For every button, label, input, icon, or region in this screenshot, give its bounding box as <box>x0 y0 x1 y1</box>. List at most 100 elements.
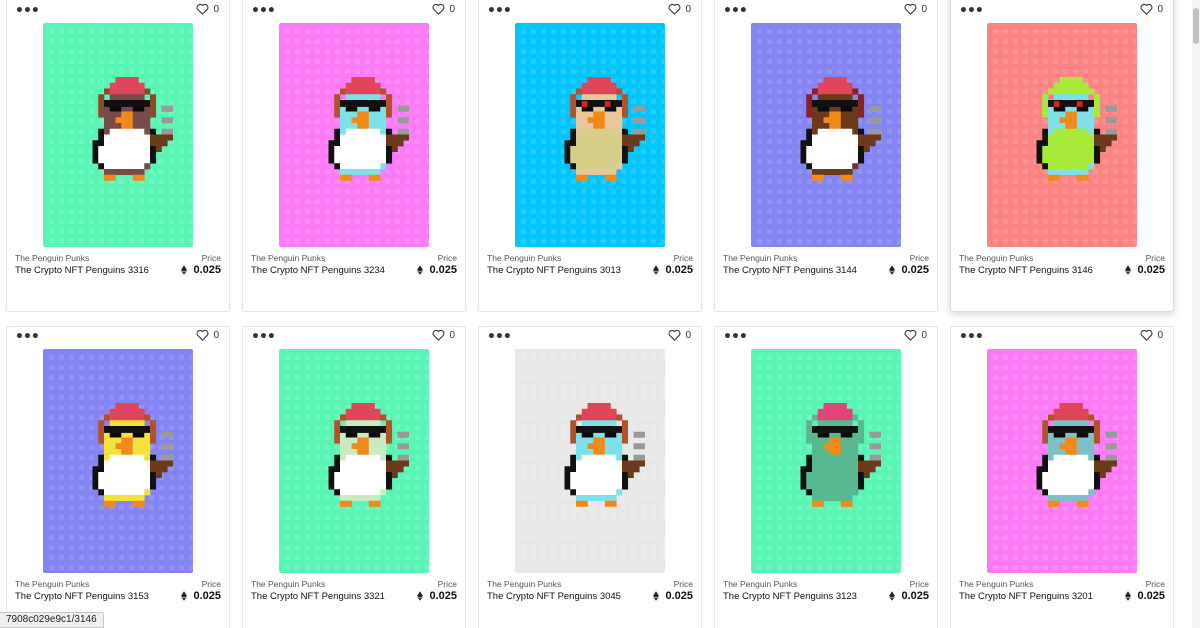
price-value: 0.025 <box>653 264 693 276</box>
nft-title[interactable]: The Crypto NFT Penguins 3123 <box>723 591 857 602</box>
card-toolbar: ••• 0 <box>7 327 229 349</box>
like-button[interactable]: 0 <box>668 329 691 341</box>
more-options-icon[interactable]: ••• <box>723 4 748 18</box>
like-button[interactable]: 0 <box>196 3 219 15</box>
price-amount: 0.025 <box>665 590 693 602</box>
price-amount: 0.025 <box>1137 264 1165 276</box>
price-amount: 0.025 <box>193 264 221 276</box>
like-button[interactable]: 0 <box>432 3 455 15</box>
more-options-icon[interactable]: ••• <box>251 330 276 344</box>
like-count: 0 <box>921 329 927 341</box>
more-options-icon[interactable]: ••• <box>487 4 512 18</box>
nft-card[interactable]: ••• 0 The Penguin Punks The Crypto NFT P… <box>478 0 702 312</box>
collection-name: The Penguin Punks <box>251 253 326 263</box>
card-toolbar: ••• 0 <box>7 1 229 23</box>
card-toolbar: ••• 0 <box>243 1 465 23</box>
like-button[interactable]: 0 <box>196 329 219 341</box>
like-button[interactable]: 0 <box>904 3 927 15</box>
vertical-scrollbar[interactable] <box>1192 0 1200 628</box>
like-button[interactable]: 0 <box>1140 329 1163 341</box>
ethereum-icon <box>653 265 660 275</box>
collection-name: The Penguin Punks <box>723 253 798 263</box>
ethereum-icon <box>889 591 896 601</box>
nft-card[interactable]: ••• 0 The Penguin Punks The Crypto NFT P… <box>242 326 466 628</box>
nft-title[interactable]: The Crypto NFT Penguins 3201 <box>959 591 1093 602</box>
nft-card[interactable]: ••• 0 The Penguin Punks The Crypto NFT P… <box>6 0 230 312</box>
price-amount: 0.025 <box>193 590 221 602</box>
more-options-icon[interactable]: ••• <box>15 4 40 18</box>
nft-artwork[interactable] <box>279 23 429 247</box>
nft-card[interactable]: ••• 0 The Penguin Punks The Crypto NFT P… <box>950 326 1174 628</box>
nft-title[interactable]: The Crypto NFT Penguins 3045 <box>487 591 621 602</box>
penguin-artwork <box>328 77 409 181</box>
more-options-icon[interactable]: ••• <box>251 4 276 18</box>
card-toolbar: ••• 0 <box>951 327 1173 349</box>
nft-title[interactable]: The Crypto NFT Penguins 3013 <box>487 265 621 276</box>
penguin-artwork <box>1036 77 1117 181</box>
penguin-artwork <box>800 403 881 507</box>
more-options-icon[interactable]: ••• <box>959 4 984 18</box>
nft-artwork[interactable] <box>43 349 193 573</box>
price-value: 0.025 <box>417 590 457 602</box>
nft-card[interactable]: ••• 0 The Penguin Punks The Crypto NFT P… <box>950 0 1174 312</box>
collection-name: The Penguin Punks <box>15 579 90 589</box>
like-button[interactable]: 0 <box>904 329 927 341</box>
nft-card[interactable]: ••• 0 The Penguin Punks The Crypto NFT P… <box>242 0 466 312</box>
nft-title[interactable]: The Crypto NFT Penguins 3153 <box>15 591 149 602</box>
price-label: Price <box>1145 253 1165 263</box>
link-status-bar: 7908c029e9c1/3146 <box>0 612 104 628</box>
nft-artwork[interactable] <box>43 23 193 247</box>
price-amount: 0.025 <box>429 590 457 602</box>
like-button[interactable]: 0 <box>432 329 455 341</box>
nft-artwork[interactable] <box>987 23 1137 247</box>
nft-title[interactable]: The Crypto NFT Penguins 3234 <box>251 265 385 276</box>
nft-artwork[interactable] <box>515 23 665 247</box>
nft-card[interactable]: ••• 0 The Penguin Punks The Crypto NFT P… <box>478 326 702 628</box>
like-button[interactable]: 0 <box>1140 3 1163 15</box>
penguin-artwork <box>564 77 645 181</box>
collection-name: The Penguin Punks <box>487 253 562 263</box>
card-toolbar: ••• 0 <box>479 327 701 349</box>
more-options-icon[interactable]: ••• <box>723 330 748 344</box>
price-value: 0.025 <box>181 264 221 276</box>
card-toolbar: ••• 0 <box>715 327 937 349</box>
nft-artwork[interactable] <box>751 349 901 573</box>
nft-card[interactable]: ••• 0 The Penguin Punks The Crypto NFT P… <box>714 0 938 312</box>
marketplace-page: ••• 0 The Penguin Punks The Crypto NFT P… <box>0 0 1200 628</box>
price-value: 0.025 <box>1125 590 1165 602</box>
nft-title[interactable]: The Crypto NFT Penguins 3316 <box>15 265 149 276</box>
card-toolbar: ••• 0 <box>951 1 1173 23</box>
nft-title[interactable]: The Crypto NFT Penguins 3146 <box>959 265 1093 276</box>
collection-name: The Penguin Punks <box>959 579 1034 589</box>
price-value: 0.025 <box>653 590 693 602</box>
nft-title[interactable]: The Crypto NFT Penguins 3144 <box>723 265 857 276</box>
scrollbar-thumb[interactable] <box>1193 8 1199 44</box>
nft-artwork[interactable] <box>987 349 1137 573</box>
heart-icon <box>669 329 681 341</box>
heart-icon <box>905 329 917 341</box>
ethereum-icon <box>1125 591 1132 601</box>
nft-artwork[interactable] <box>515 349 665 573</box>
ethereum-icon <box>653 591 660 601</box>
nft-card[interactable]: ••• 0 The Penguin Punks The Crypto NFT P… <box>714 326 938 628</box>
nft-artwork[interactable] <box>751 23 901 247</box>
more-options-icon[interactable]: ••• <box>15 330 40 344</box>
price-label: Price <box>201 579 221 589</box>
ethereum-icon <box>181 591 188 601</box>
penguin-artwork <box>1036 403 1117 507</box>
collection-name: The Penguin Punks <box>723 579 798 589</box>
nft-title[interactable]: The Crypto NFT Penguins 3321 <box>251 591 385 602</box>
ethereum-icon <box>889 265 896 275</box>
heart-icon <box>1141 329 1153 341</box>
like-count: 0 <box>449 329 455 341</box>
nft-card[interactable]: ••• 0 The Penguin Punks The Crypto NFT P… <box>6 326 230 628</box>
ethereum-icon <box>417 591 424 601</box>
more-options-icon[interactable]: ••• <box>487 330 512 344</box>
more-options-icon[interactable]: ••• <box>959 330 984 344</box>
price-label: Price <box>909 579 929 589</box>
like-button[interactable]: 0 <box>668 3 691 15</box>
price-value: 0.025 <box>889 264 929 276</box>
nft-artwork[interactable] <box>279 349 429 573</box>
price-amount: 0.025 <box>665 264 693 276</box>
card-toolbar: ••• 0 <box>243 327 465 349</box>
